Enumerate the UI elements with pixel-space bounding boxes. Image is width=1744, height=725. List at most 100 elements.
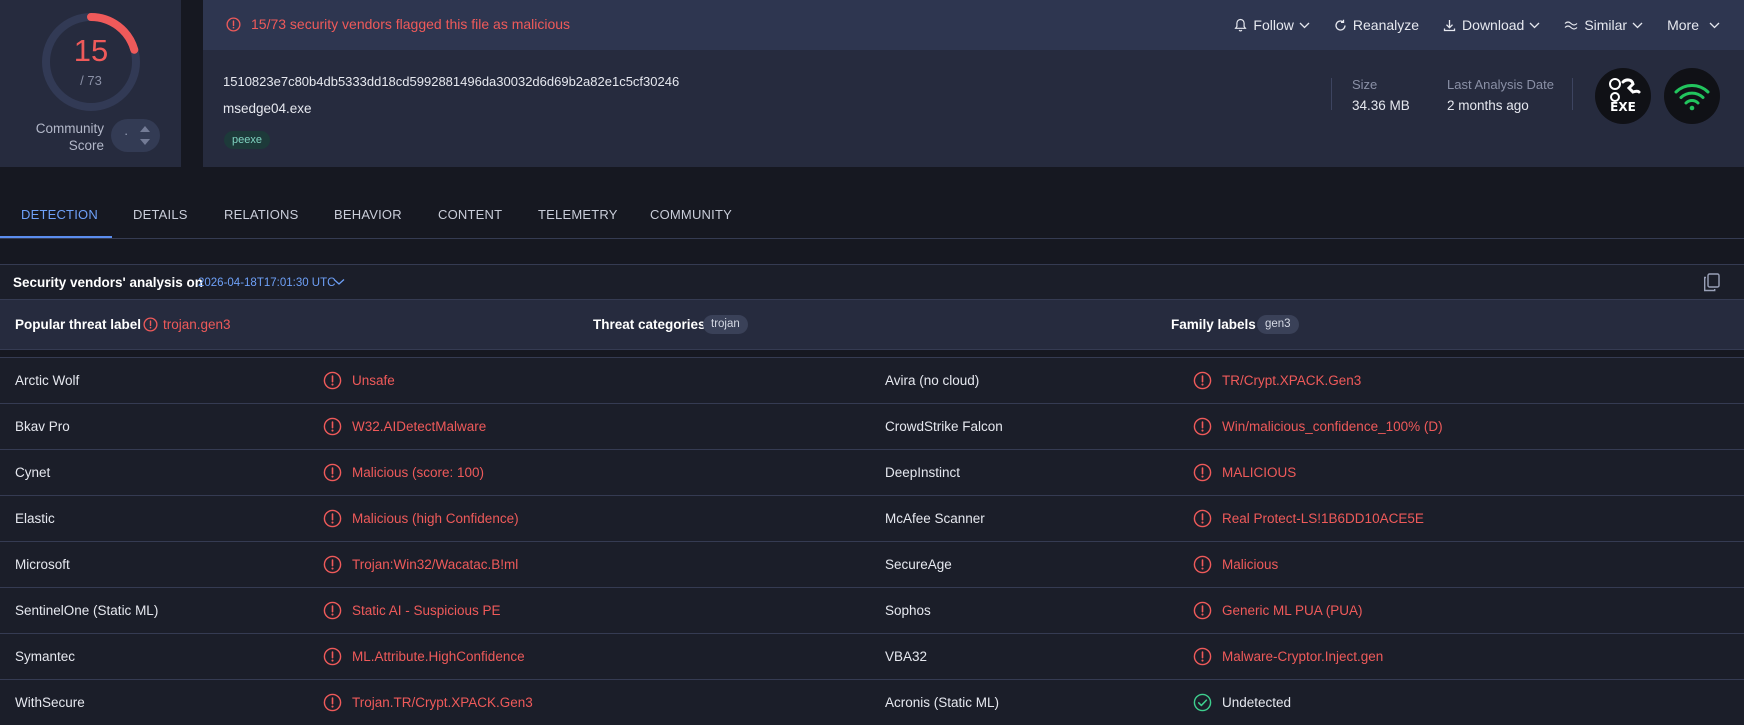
table-row: Elastic Malicious (high Confidence) McAfee… — [0, 496, 1744, 542]
download-button[interactable]: Download — [1443, 0, 1540, 50]
meta-divider — [1572, 78, 1573, 110]
vendor-result[interactable]: Malicious (high Confidence) — [352, 511, 519, 526]
threat-categories-label: Threat categories — [593, 317, 706, 332]
alert-circle-icon — [323, 509, 342, 528]
vendor-result[interactable]: Unsafe — [352, 373, 395, 388]
bell-icon — [1234, 18, 1247, 32]
vendor-name: Elastic — [15, 511, 55, 526]
exe-file-type-badge: EXE — [1595, 68, 1651, 124]
vendor-name: DeepInstinct — [885, 465, 961, 480]
vendor-name: Symantec — [15, 649, 76, 664]
vendor-result[interactable]: W32.AIDetectMalware — [352, 419, 486, 434]
size-label: Size — [1352, 77, 1378, 92]
vendor-result[interactable]: Win/malicious_confidence_100% (D) — [1222, 419, 1443, 434]
family-labels-label: Family labels — [1171, 317, 1256, 332]
alert-text: 15/73 security vendors flagged this file… — [251, 16, 571, 32]
wifi-icon — [1674, 84, 1710, 111]
alert-circle-icon — [323, 693, 342, 712]
tab-behavior[interactable]: BEHAVIOR — [334, 207, 402, 222]
alert-circle-icon — [323, 555, 342, 574]
vote-value: · — [124, 126, 129, 141]
alert-circle-icon — [1193, 555, 1212, 574]
table-row: SentinelOne (Static ML) Static AI - Suspi… — [0, 588, 1744, 634]
vendor-name: Bkav Pro — [15, 419, 70, 434]
alert-circle-icon — [1193, 647, 1212, 666]
file-tag[interactable]: peexe — [224, 131, 270, 149]
follow-button[interactable]: Follow — [1234, 0, 1310, 50]
table-row: Arctic Wolf Unsafe Avira (no cloud) TR/Cryp… — [0, 358, 1744, 404]
table-row: WithSecure Trojan.TR/Crypt.XPACK.Gen3 Acro… — [0, 680, 1744, 725]
alert-circle-icon — [1193, 417, 1212, 436]
exe-badge-text: EXE — [1610, 100, 1636, 114]
header-actions: Follow Reanalyze Download Similar More — [1210, 0, 1720, 50]
threat-summary-row: Popular threat label trojan.gen3 Threat … — [0, 299, 1744, 350]
exe-gears-icon: EXE — [1609, 78, 1641, 114]
vendor-result[interactable]: TR/Crypt.XPACK.Gen3 — [1222, 373, 1361, 388]
detection-count: 15 — [73, 33, 109, 68]
vendor-result[interactable]: MALICIOUS — [1222, 465, 1296, 480]
vendor-name: Sophos — [885, 603, 931, 618]
vote-down-icon[interactable] — [140, 139, 150, 145]
vendor-result[interactable]: Malicious — [1222, 557, 1278, 572]
tab-content[interactable]: CONTENT — [438, 207, 502, 222]
popular-threat-label: Popular threat label — [15, 317, 142, 332]
vendor-result[interactable]: ML.Attribute.HighConfidence — [352, 649, 525, 664]
active-tab-indicator — [0, 236, 112, 238]
tab-relations[interactable]: RELATIONS — [224, 207, 299, 222]
vendor-name: SecureAge — [885, 557, 952, 572]
network-activity-badge — [1664, 68, 1720, 124]
alert-circle-icon — [1193, 601, 1212, 620]
table-row: Cynet Malicious (score: 100) DeepInstinct M… — [0, 450, 1744, 496]
vendor-result[interactable]: Malicious (score: 100) — [352, 465, 484, 480]
file-name: msedge04.exe — [223, 101, 312, 116]
check-circle-icon — [1193, 693, 1212, 712]
vendor-name: Cynet — [15, 465, 51, 480]
last-analysis-label: Last Analysis Date — [1447, 77, 1554, 92]
detection-total: / 73 — [80, 73, 102, 88]
vendor-result[interactable]: Real Protect-LS!1B6DD10ACE5E — [1222, 511, 1424, 526]
meta-divider — [1331, 78, 1332, 110]
file-hash[interactable]: 1510823e7c80b4db5333dd18cd5992881496da30… — [223, 74, 679, 89]
vendors-analysis-header: Security vendors' analysis on 2026-04-18… — [0, 264, 1744, 299]
last-analysis-value: 2 months ago — [1447, 98, 1529, 113]
vendor-result: Undetected — [1222, 695, 1292, 710]
alert-circle-icon — [323, 601, 342, 620]
vendor-name: CrowdStrike Falcon — [885, 419, 1003, 434]
popular-threat-value[interactable]: trojan.gen3 — [163, 317, 231, 332]
vendor-name: Avira (no cloud) — [885, 373, 980, 388]
reanalyze-button[interactable]: Reanalyze — [1334, 0, 1419, 50]
chevron-down-icon — [1632, 22, 1643, 28]
alert-circle-icon — [1193, 463, 1212, 482]
vendor-result[interactable]: Generic ML PUA (PUA) — [1222, 603, 1363, 618]
alert-circle-icon — [323, 371, 342, 390]
tab-details[interactable]: DETAILS — [133, 207, 188, 222]
report-tabs: DETECTION DETAILS RELATIONS BEHAVIOR CON… — [0, 198, 1744, 239]
community-vote-control[interactable]: · — [111, 119, 160, 152]
analysis-date-selector[interactable]: 2026-04-18T17:01:30 UTC — [198, 277, 335, 289]
table-row: Symantec ML.Attribute.HighConfidence VBA32… — [0, 634, 1744, 680]
tab-community[interactable]: COMMUNITY — [650, 207, 732, 222]
more-button[interactable]: More — [1667, 0, 1720, 50]
detection-score-card: 15 / 73 Community Score · — [0, 0, 181, 167]
download-icon — [1443, 19, 1456, 31]
vendor-result[interactable]: Static AI - Suspicious PE — [352, 603, 501, 618]
tab-telemetry[interactable]: TELEMETRY — [538, 207, 618, 222]
threat-category-chip[interactable]: trojan — [703, 315, 748, 334]
vote-up-icon[interactable] — [140, 126, 150, 132]
alert-circle-icon — [323, 463, 342, 482]
copy-icon[interactable] — [1703, 273, 1720, 292]
vendor-name: Microsoft — [15, 557, 70, 572]
size-value: 34.36 MB — [1352, 98, 1410, 113]
vendor-result[interactable]: Trojan.TR/Crypt.XPACK.Gen3 — [352, 695, 533, 710]
similar-button[interactable]: Similar — [1564, 0, 1643, 50]
table-row: Microsoft Trojan:Win32/Wacatac.B!ml Secure… — [0, 542, 1744, 588]
vendor-name: SentinelOne (Static ML) — [15, 603, 159, 618]
family-label-chip[interactable]: gen3 — [1257, 315, 1299, 334]
vendor-result[interactable]: Trojan:Win32/Wacatac.B!ml — [352, 557, 518, 572]
tab-detection[interactable]: DETECTION — [21, 207, 98, 222]
chevron-down-icon[interactable] — [333, 278, 345, 286]
refresh-icon — [1335, 19, 1346, 31]
vendor-result[interactable]: Malware-Cryptor.Inject.gen — [1222, 649, 1383, 664]
chevron-down-icon — [1709, 22, 1720, 28]
alert-circle-icon — [1193, 509, 1212, 528]
